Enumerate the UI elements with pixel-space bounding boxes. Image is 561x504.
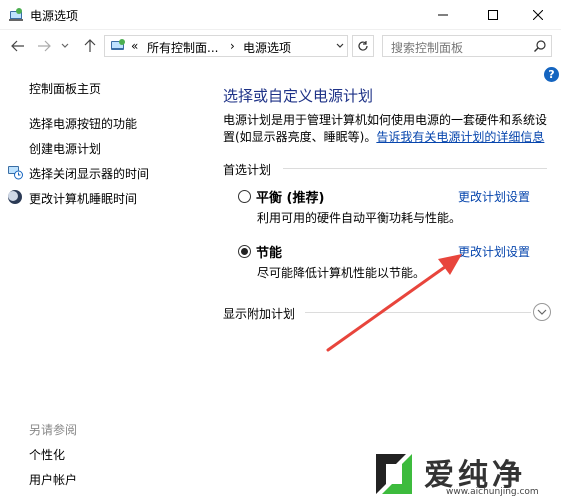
help-button[interactable]: ? — [544, 67, 559, 82]
see-also-user-accounts[interactable]: 用户帐户 — [29, 471, 77, 488]
see-also-personalization[interactable]: 个性化 — [29, 446, 65, 463]
arrow-up-icon — [84, 39, 96, 52]
page-description: 电源计划是用于管理计算机如何使用电源的一套硬件和系统设置(如显示器亮度、睡眠等)… — [223, 112, 553, 146]
control-panel-icon — [111, 39, 125, 50]
address-separator[interactable]: › — [230, 39, 235, 53]
navigation-bar: « 所有控制面... › 电源选项 搜索控制面板 — [0, 31, 561, 61]
preferred-plans-label: 首选计划 — [223, 163, 272, 177]
back-button[interactable] — [8, 36, 28, 56]
search-input[interactable]: 搜索控制面板 — [382, 35, 552, 57]
show-additional-plans-label: 显示附加计划 — [223, 307, 296, 321]
address-bar[interactable]: « 所有控制面... › 电源选项 — [104, 35, 348, 57]
see-also-heading: 另请参阅 — [29, 423, 78, 437]
sidebar-item-create-plan[interactable]: 创建电源计划 — [29, 140, 101, 157]
group-divider — [283, 168, 547, 169]
plan-desc-power-saver: 尽可能降低计算机性能以节能。 — [257, 266, 426, 280]
sidebar-item-sleep-time[interactable]: 更改计算机睡眠时间 — [29, 190, 137, 207]
additional-plans-divider — [305, 312, 531, 313]
moon-icon — [8, 190, 22, 204]
refresh-icon — [358, 41, 368, 51]
minimize-button[interactable] — [420, 0, 466, 30]
sidebar-item-power-buttons[interactable]: 选择电源按钮的功能 — [29, 115, 137, 132]
up-button[interactable] — [80, 36, 100, 56]
brand-logo-icon — [376, 454, 412, 494]
minimize-icon — [438, 14, 448, 16]
chevron-down-icon — [336, 43, 344, 48]
power-plan-info-link[interactable]: 告诉我有关电源计划的详细信息 — [376, 130, 544, 144]
title-bar: 电源选项 — [0, 0, 561, 30]
plan-desc-balanced: 利用可用的硬件自动平衡功耗与性能。 — [257, 211, 462, 225]
chevron-down-icon — [537, 309, 547, 315]
search-icon — [534, 40, 546, 52]
maximize-icon — [488, 10, 498, 20]
window-title: 电源选项 — [30, 9, 79, 23]
change-plan-settings-power-saver[interactable]: 更改计划设置 — [458, 243, 530, 260]
plan-name-power-saver[interactable]: 节能 — [256, 242, 282, 261]
recent-locations-button[interactable] — [58, 36, 72, 56]
watermark-url: www.aichunjing.com — [446, 487, 539, 497]
refresh-button[interactable] — [352, 35, 374, 57]
chevron-down-icon — [61, 43, 69, 48]
close-icon — [533, 10, 543, 20]
arrow-right-icon — [38, 40, 51, 52]
plan-name-balanced[interactable]: 平衡 (推荐) — [256, 187, 324, 206]
radio-balanced-plan[interactable] — [238, 190, 251, 203]
page-title: 选择或自定义电源计划 — [223, 87, 374, 105]
question-mark-icon: ? — [548, 68, 555, 81]
radio-power-saver-plan[interactable] — [238, 245, 251, 258]
sidebar-control-panel-home[interactable]: 控制面板主页 — [29, 80, 101, 97]
address-dropdown[interactable] — [333, 39, 347, 53]
monitor-clock-icon — [8, 166, 23, 180]
search-placeholder: 搜索控制面板 — [391, 41, 464, 55]
watermark: 爱纯净 www.aichunjing.com — [366, 448, 558, 502]
address-segment-all-control-panel[interactable]: 所有控制面... — [147, 39, 218, 56]
close-button[interactable] — [515, 0, 561, 30]
address-overflow[interactable]: « — [131, 39, 138, 53]
address-segment-power-options[interactable]: 电源选项 — [243, 39, 291, 56]
forward-button[interactable] — [34, 36, 54, 56]
power-options-icon — [9, 8, 23, 21]
maximize-button[interactable] — [470, 0, 516, 30]
arrow-left-icon — [11, 40, 24, 52]
change-plan-settings-balanced[interactable]: 更改计划设置 — [458, 188, 530, 205]
expand-additional-plans-button[interactable] — [533, 303, 551, 321]
sidebar-item-display-off-time[interactable]: 选择关闭显示器的时间 — [29, 165, 149, 182]
